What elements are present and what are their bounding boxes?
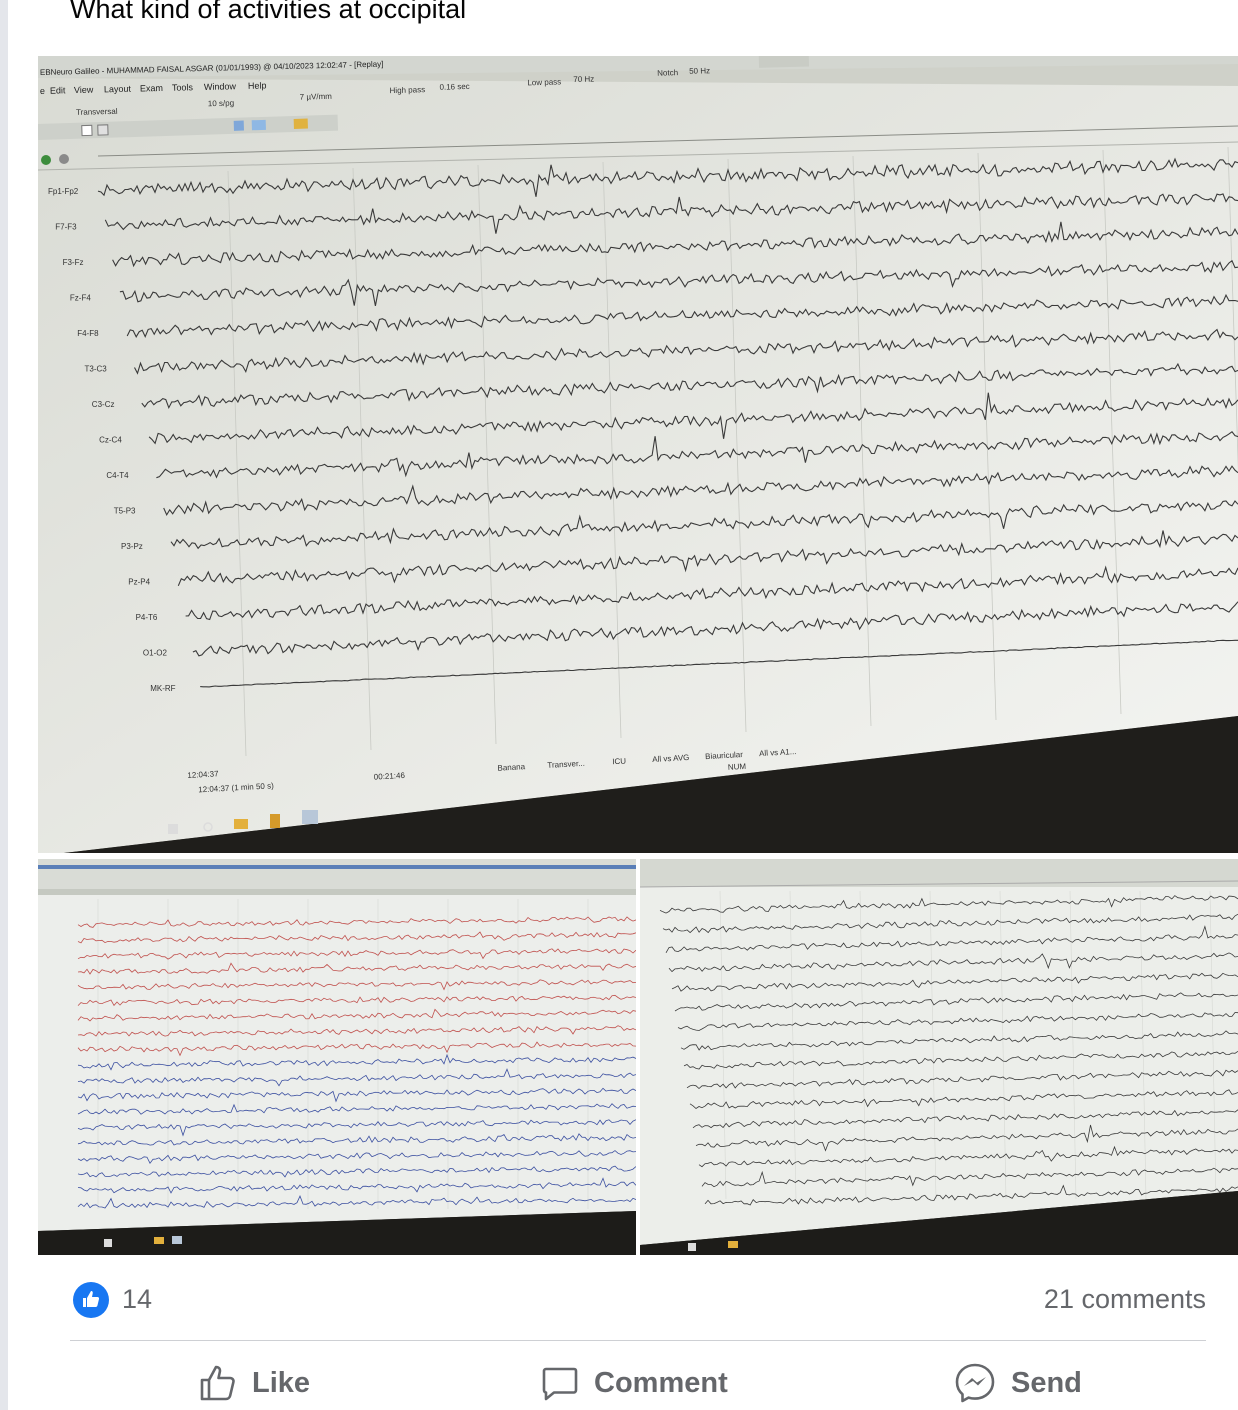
windows-start-icon[interactable] (688, 1243, 696, 1251)
status-elapsed: 00:21:46 (374, 771, 406, 782)
eeg-monitor-photo-colored (38, 859, 636, 1255)
send-label: Send (1011, 1366, 1082, 1399)
channel-label: F3-Fz (63, 258, 84, 267)
channel-label: C4-T4 (106, 471, 129, 480)
channel-label: T3-C3 (85, 365, 108, 374)
high-pass-select[interactable]: 0.16 sec (439, 82, 469, 92)
record-controls[interactable] (758, 56, 810, 68)
channel-label: P3-Pz (121, 542, 143, 551)
thumbs-up-icon (200, 1365, 235, 1401)
montage-select[interactable]: Transversal (76, 107, 118, 117)
highlight-icon[interactable] (293, 118, 308, 129)
layout-icon[interactable] (251, 119, 266, 131)
post-photo-bottom-left[interactable] (38, 859, 636, 1255)
channel-label: Pz-P4 (128, 578, 150, 587)
post-text: What kind of activities at occipital (70, 0, 467, 24)
menu-exam[interactable]: Exam (140, 83, 163, 94)
file-explorer-icon[interactable] (154, 1237, 164, 1244)
eeg-monitor-photo-2 (640, 859, 1238, 1255)
file-explorer-icon[interactable] (728, 1241, 738, 1248)
windows-start-icon[interactable] (168, 824, 178, 834)
stop-icon[interactable] (59, 154, 69, 164)
montage-tab-banana[interactable]: Banana (497, 762, 526, 773)
page-view-icon[interactable] (233, 120, 244, 131)
page-left-rail (0, 0, 8, 1410)
measure-tool-icon[interactable] (97, 124, 109, 136)
post-photo-bottom-right[interactable] (640, 859, 1238, 1255)
channel-label: Fz-F4 (70, 294, 91, 303)
menu-help[interactable]: Help (248, 80, 267, 90)
eeg-app-taskbar-icon[interactable] (172, 1236, 182, 1244)
sensitivity-select[interactable]: 7 µV/mm (300, 92, 333, 102)
menu-window[interactable]: Window (204, 81, 237, 92)
like-count[interactable]: 14 (122, 1284, 152, 1315)
actions-divider (70, 1340, 1206, 1341)
comment-label: Comment (594, 1366, 728, 1399)
notch-select[interactable]: 50 Hz (689, 66, 710, 76)
channel-label: MK-RF (150, 684, 175, 693)
comment-count[interactable]: 21 comments (1044, 1284, 1206, 1315)
eeg-app-taskbar-icon[interactable] (302, 810, 318, 824)
play-icon[interactable] (41, 155, 51, 165)
status-num: NUM (728, 762, 747, 772)
low-pass-label: Low pass (527, 77, 561, 87)
messenger-icon (955, 1363, 995, 1403)
file-explorer-icon[interactable] (234, 819, 248, 829)
reactions-summary: 14 21 comments (70, 1280, 1206, 1320)
menu-view[interactable]: View (74, 85, 94, 95)
comment-button[interactable]: Comment (540, 1358, 728, 1408)
speed-select[interactable]: 10 s/pg (208, 99, 234, 109)
channel-label: F4-F8 (77, 329, 99, 338)
menu-layout[interactable]: Layout (104, 84, 132, 95)
status-clock: 12:04:37 (187, 769, 219, 780)
channel-label: O1-O2 (143, 649, 168, 658)
app-icon[interactable] (270, 814, 280, 828)
windows-start-icon[interactable] (104, 1239, 112, 1247)
high-pass-label: High pass (389, 85, 425, 95)
montage-tab-icu[interactable]: ICU (612, 757, 626, 767)
eeg-monitor-photo: EBNeuro Galileo - MUHAMMAD FAISAL ASGAR … (38, 56, 1238, 853)
channel-label: F7-F3 (55, 223, 77, 232)
send-button[interactable]: Send (953, 1358, 1082, 1408)
channel-label: Fp1-Fp2 (48, 187, 79, 196)
like-label: Like (252, 1366, 311, 1399)
menu-tools[interactable]: Tools (172, 82, 194, 93)
like-button[interactable]: Like (198, 1358, 310, 1408)
low-pass-select[interactable]: 70 Hz (573, 74, 594, 84)
select-tool-icon[interactable] (81, 124, 93, 137)
monitor-screen (640, 859, 1238, 1245)
menu-file[interactable]: e (40, 86, 45, 96)
menu-edit[interactable]: Edit (50, 85, 66, 95)
channel-label: C3-Cz (92, 400, 115, 409)
like-reaction-icon[interactable] (73, 1282, 109, 1318)
comment-bubble-icon (542, 1367, 578, 1401)
channel-label: P4-T6 (136, 613, 158, 622)
channel-label: T5-P3 (114, 507, 136, 516)
post-photo-main[interactable]: EBNeuro Galileo - MUHAMMAD FAISAL ASGAR … (38, 56, 1238, 853)
notch-label: Notch (657, 68, 678, 78)
channel-label: Cz-C4 (99, 436, 122, 445)
